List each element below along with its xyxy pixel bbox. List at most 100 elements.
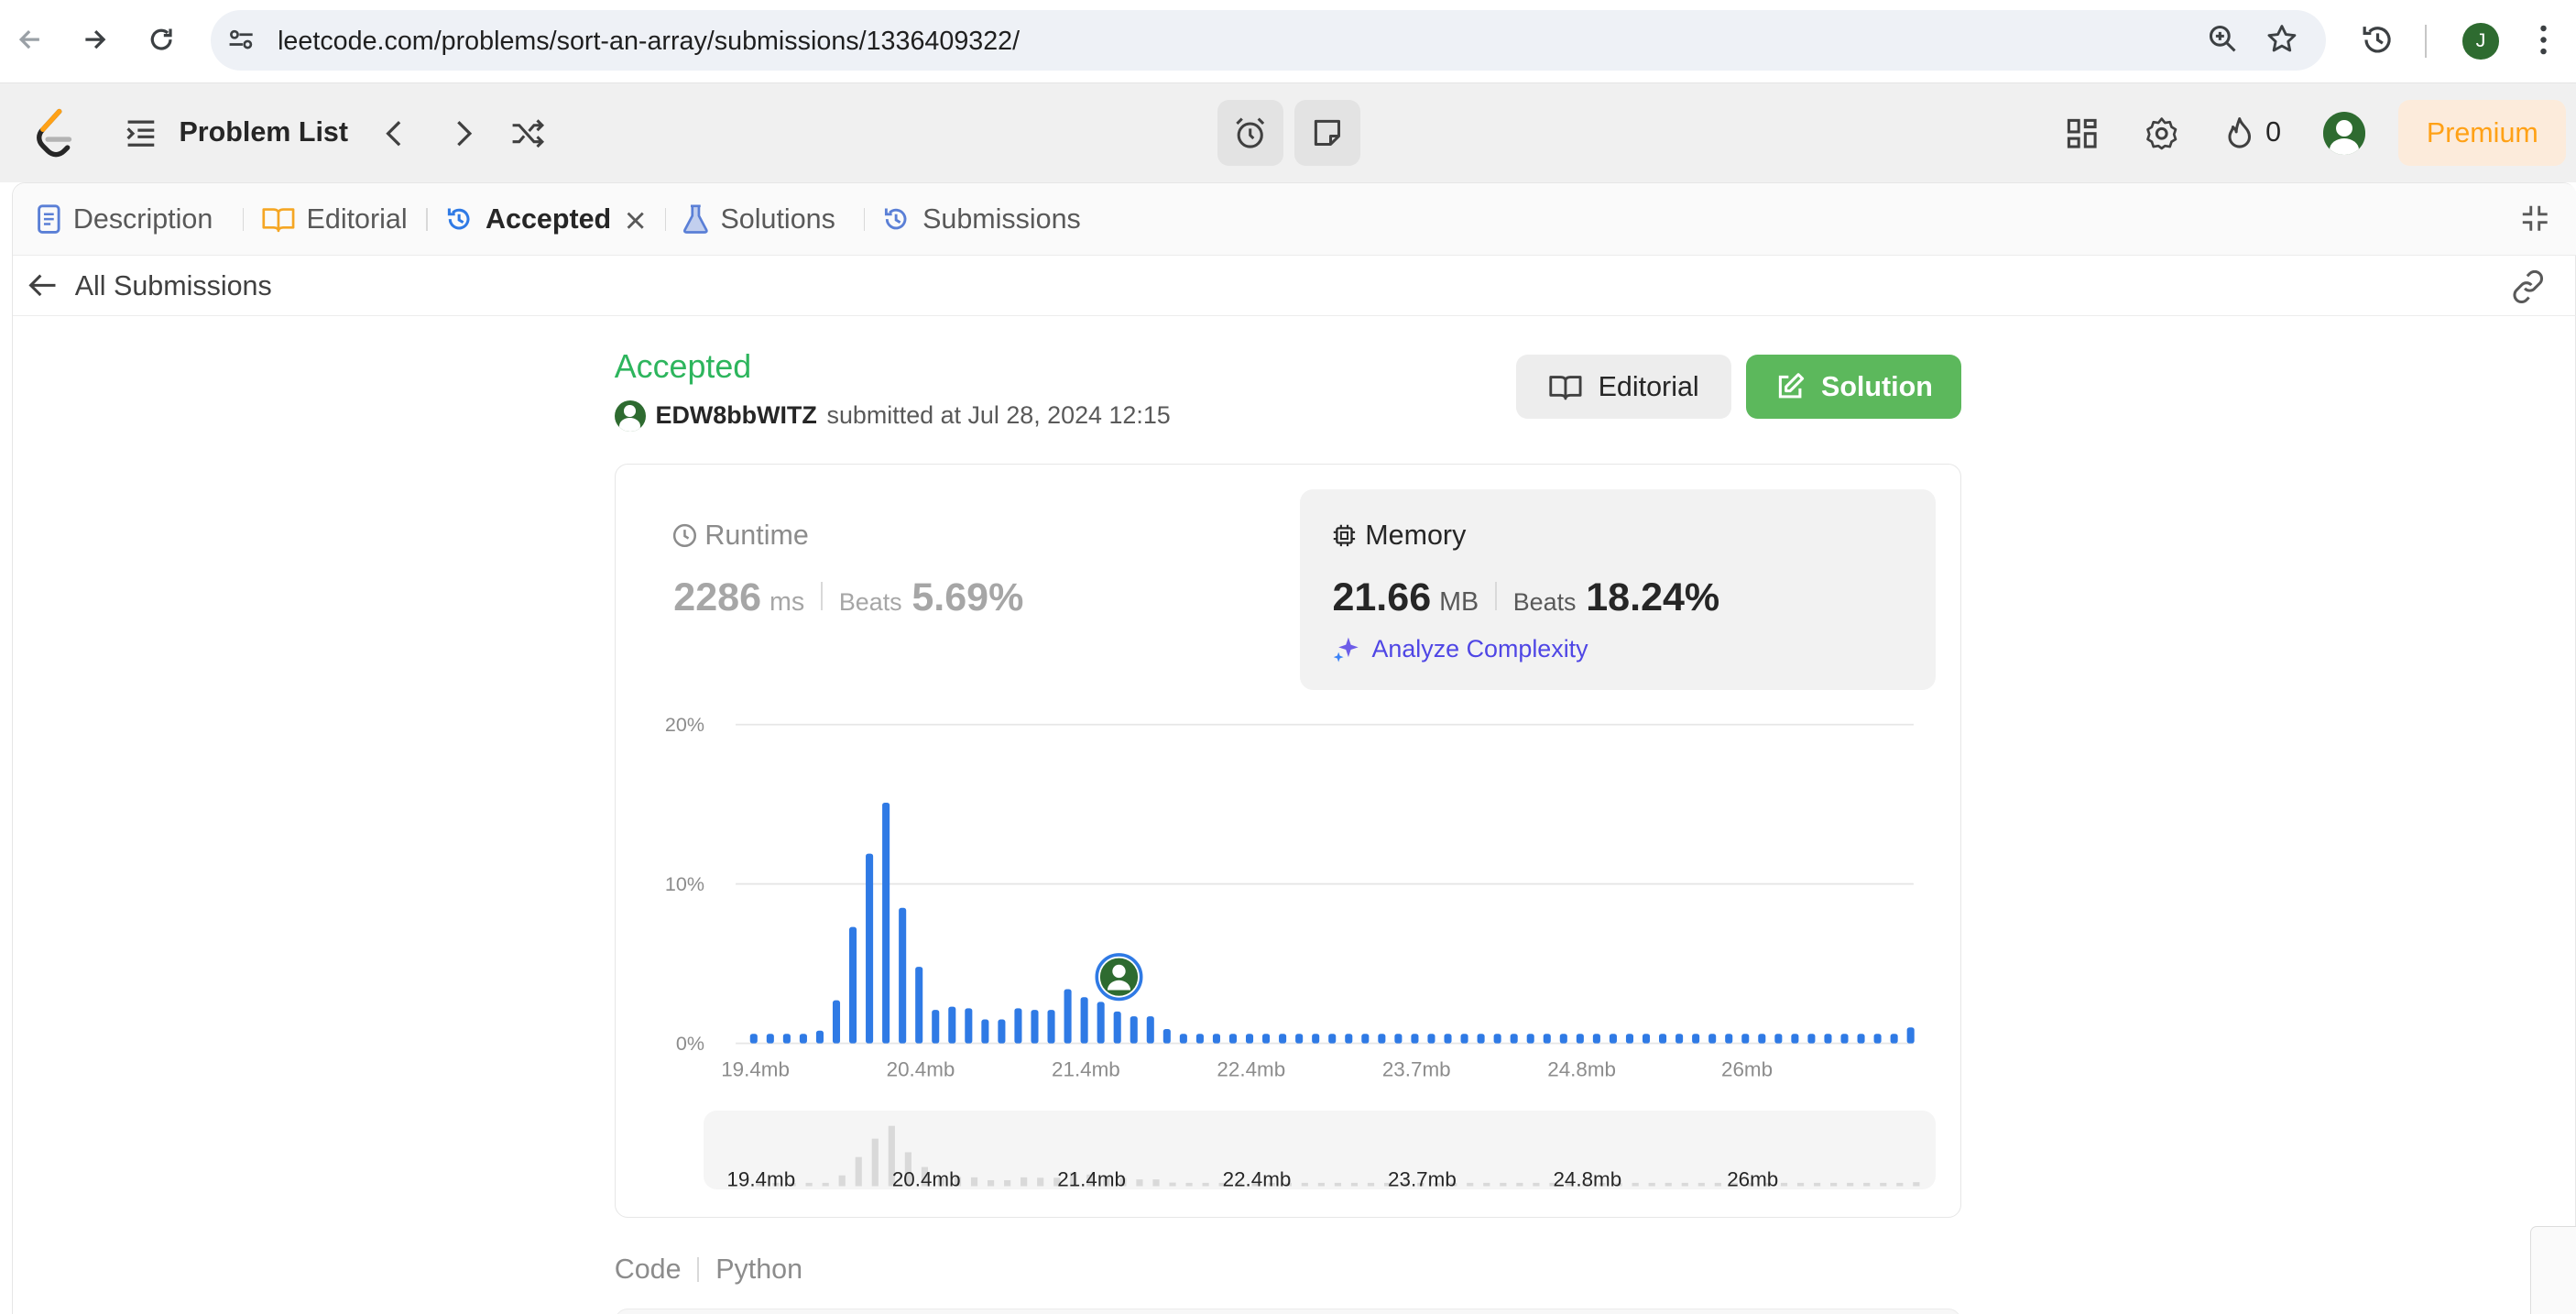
problem-list-icon[interactable] (125, 115, 158, 151)
chart-bar[interactable] (998, 1019, 1006, 1044)
bookmark-star-icon[interactable] (2265, 23, 2298, 56)
chart-bar[interactable] (1511, 1034, 1519, 1044)
chart-bar[interactable] (1824, 1034, 1832, 1044)
back-icon[interactable] (10, 20, 49, 60)
runtime-tab[interactable]: Runtime (672, 520, 809, 552)
chart-bar[interactable] (1031, 1010, 1039, 1044)
chart-bar[interactable] (1758, 1034, 1766, 1044)
chart-bar[interactable] (1890, 1034, 1899, 1044)
chart-bar[interactable] (1262, 1034, 1271, 1044)
chart-bar[interactable] (1014, 1008, 1022, 1044)
chart-bar[interactable] (800, 1034, 808, 1044)
chart-bar[interactable] (1774, 1034, 1783, 1044)
copy-link-icon[interactable] (2510, 270, 2546, 303)
tab-description[interactable]: Description (36, 200, 213, 239)
chart-bar[interactable] (1080, 997, 1089, 1044)
chart-bar[interactable] (1427, 1034, 1435, 1044)
page-thumbnail[interactable] (2529, 1225, 2576, 1314)
address-bar[interactable]: leetcode.com/problems/sort-an-array/subm… (210, 9, 2327, 71)
chart-bar[interactable] (1444, 1034, 1452, 1044)
chart-bar[interactable] (1907, 1027, 1916, 1044)
chart-bar[interactable] (1196, 1034, 1205, 1044)
chart-bar[interactable] (932, 1010, 940, 1044)
chart-bar[interactable] (1708, 1034, 1717, 1044)
chart-bar[interactable] (1378, 1034, 1386, 1044)
analyze-complexity-link[interactable]: Analyze Complexity (1332, 634, 1588, 663)
chart-bar[interactable] (849, 926, 857, 1044)
chart-bar[interactable] (1163, 1029, 1172, 1044)
chart-bar[interactable] (1114, 1012, 1122, 1044)
chart-bar[interactable] (1675, 1034, 1684, 1044)
chart-bar[interactable] (1873, 1034, 1883, 1044)
chart-bar[interactable] (1544, 1034, 1552, 1044)
chart-bar[interactable] (882, 803, 890, 1044)
chart-bar[interactable] (1741, 1034, 1750, 1044)
chart-bar[interactable] (1493, 1034, 1502, 1044)
chart-bar[interactable] (1295, 1034, 1304, 1044)
chart-bar[interactable] (1229, 1034, 1238, 1044)
chart-bar[interactable] (1130, 1016, 1139, 1044)
editorial-button[interactable]: Editorial (1516, 355, 1732, 420)
chart-bar[interactable] (1064, 989, 1072, 1044)
author-username[interactable]: EDW8bbWITZ (656, 401, 817, 430)
reload-icon[interactable] (141, 20, 180, 60)
chart-bar[interactable] (1626, 1034, 1634, 1044)
premium-button[interactable]: Premium (2398, 100, 2567, 167)
chart-bar[interactable] (1527, 1034, 1535, 1044)
chart-bar[interactable] (1659, 1034, 1667, 1044)
your-submission-marker[interactable] (1095, 953, 1143, 1002)
chart-bar[interactable] (1560, 1034, 1568, 1044)
chart-bar[interactable] (1791, 1034, 1799, 1044)
chart-bar[interactable] (767, 1034, 775, 1044)
chart-bar[interactable] (1643, 1034, 1651, 1044)
chart-bar[interactable] (816, 1030, 824, 1044)
memory-distribution-chart[interactable]: 0% 10% 20% 19.4mb 20.4mb 21.4mb 22.4mb 23.7mb 24… (649, 706, 1947, 1100)
history-icon[interactable] (2358, 20, 2397, 60)
chart-bar[interactable] (915, 967, 923, 1044)
tab-submissions[interactable]: Submissions (881, 200, 1081, 239)
chart-bar[interactable] (948, 1006, 956, 1044)
chart-bar[interactable] (1840, 1034, 1849, 1044)
chart-range-overview[interactable]: 19.4mb 20.4mb 21.4mb 22.4mb 23.7mb 24.8mb 26mb (703, 1111, 1936, 1190)
chart-bar[interactable] (1577, 1034, 1585, 1044)
all-submissions-link[interactable]: All Submissions (75, 270, 272, 302)
prev-problem-icon[interactable] (377, 115, 412, 151)
more-menu-icon[interactable] (2524, 20, 2563, 60)
collapse-panel-icon[interactable] (2521, 204, 2549, 232)
tab-solutions[interactable]: Solutions (682, 200, 835, 239)
profile-avatar[interactable]: J (2462, 23, 2499, 60)
problem-list-link[interactable]: Problem List (179, 116, 348, 148)
layout-icon[interactable] (2064, 115, 2100, 151)
chart-bar[interactable] (1857, 1034, 1865, 1044)
chart-bar[interactable] (1460, 1034, 1468, 1044)
chart-bar[interactable] (1411, 1034, 1419, 1044)
chart-bar[interactable] (1725, 1034, 1733, 1044)
forward-icon[interactable] (75, 20, 115, 60)
chart-bar[interactable] (1097, 1002, 1106, 1044)
back-arrow-icon[interactable] (27, 272, 57, 299)
chart-bar[interactable] (1246, 1034, 1254, 1044)
shuffle-icon[interactable] (509, 115, 545, 151)
chart-bar[interactable] (1213, 1034, 1221, 1044)
tab-accepted[interactable]: Accepted (444, 200, 611, 239)
chart-bar[interactable] (1692, 1034, 1700, 1044)
notes-button[interactable] (1294, 100, 1360, 167)
chart-bar[interactable] (1361, 1034, 1370, 1044)
chart-bar[interactable] (1147, 1016, 1155, 1044)
next-problem-icon[interactable] (445, 115, 481, 151)
chart-bar[interactable] (833, 1000, 841, 1044)
chart-bar[interactable] (1312, 1034, 1320, 1044)
author-avatar[interactable] (614, 400, 646, 432)
zoom-icon[interactable] (2207, 23, 2240, 56)
streak-fire-icon[interactable] (2221, 115, 2257, 151)
chart-bar[interactable] (1279, 1034, 1287, 1044)
solution-button[interactable]: Solution (1746, 355, 1962, 420)
close-tab-icon[interactable] (625, 210, 646, 231)
chart-bar[interactable] (981, 1019, 989, 1044)
chart-bar[interactable] (1345, 1034, 1353, 1044)
chart-bar[interactable] (783, 1034, 791, 1044)
timer-button[interactable] (1217, 100, 1283, 167)
chart-bar[interactable] (1477, 1034, 1486, 1044)
chart-bar[interactable] (1328, 1034, 1337, 1044)
chart-bar[interactable] (1593, 1034, 1601, 1044)
